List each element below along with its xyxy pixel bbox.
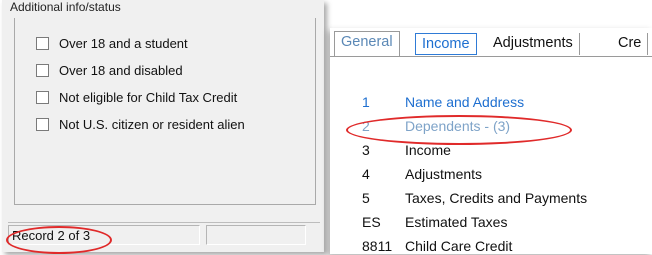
tab-adjustments[interactable]: Adjustments (487, 33, 580, 55)
menu-item-label: Estimated Taxes (405, 214, 508, 230)
group-box-title: Additional info/status (10, 0, 121, 14)
checkbox-box[interactable] (36, 63, 49, 77)
checkbox-label: Not U.S. citizen or resident alien (59, 116, 245, 132)
menu-item-number: 1 (362, 94, 370, 110)
menu-item-number: ES (362, 214, 381, 230)
menu-item-number: 3 (362, 142, 370, 158)
checkbox-box[interactable] (36, 117, 49, 131)
menu-item-label: Name and Address (405, 94, 525, 110)
menu-item-label: Adjustments (405, 166, 483, 182)
checkbox-not-us-citizen[interactable]: Not U.S. citizen or resident alien (36, 115, 245, 133)
menu-item-label: Taxes, Credits and Payments (405, 190, 588, 206)
menu-item-estimated-taxes[interactable]: ES Estimated Taxes (330, 214, 652, 234)
checkbox-label: Over 18 and disabled (59, 62, 183, 78)
highlight-oval-dependents (346, 115, 572, 145)
checkbox-box[interactable] (36, 90, 49, 104)
checkbox-label: Not eligible for Child Tax Credit (59, 89, 238, 105)
checkbox-over-18-disabled[interactable]: Over 18 and disabled (36, 61, 183, 79)
menu-item-adjustments[interactable]: 4 Adjustments (330, 166, 652, 186)
menu-item-taxes-credits-payments[interactable]: 5 Taxes, Credits and Payments (330, 190, 652, 210)
tab-income[interactable]: Income (415, 33, 477, 55)
menu-item-number: 5 (362, 190, 370, 206)
menu-item-name-and-address[interactable]: 1 Name and Address (330, 94, 652, 114)
checkbox-box[interactable] (36, 36, 49, 50)
highlight-oval-record (6, 226, 112, 254)
tab-strip: General Income Adjustments Cre (330, 28, 652, 57)
menu-item-income[interactable]: 3 Income (330, 142, 652, 162)
tab-general[interactable]: General (334, 31, 400, 56)
checkbox-not-eligible-ctc[interactable]: Not eligible for Child Tax Credit (36, 88, 237, 106)
dependent-details-panel: Additional info/status Over 18 and a stu… (2, 0, 324, 254)
menu-item-child-care-credit[interactable]: 8811 Child Care Credit (330, 238, 652, 252)
menu-item-number: 8811 (362, 238, 393, 252)
menu-item-label: Child Care Credit (405, 238, 513, 252)
status-cell-empty (206, 225, 306, 245)
checkbox-label: Over 18 and a student (59, 35, 188, 51)
checkbox-over-18-student[interactable]: Over 18 and a student (36, 34, 188, 52)
navigation-panel: General Income Adjustments Cre 1 Name an… (330, 28, 652, 254)
tab-credits[interactable]: Cre (612, 33, 649, 55)
menu-item-number: 4 (362, 166, 370, 182)
